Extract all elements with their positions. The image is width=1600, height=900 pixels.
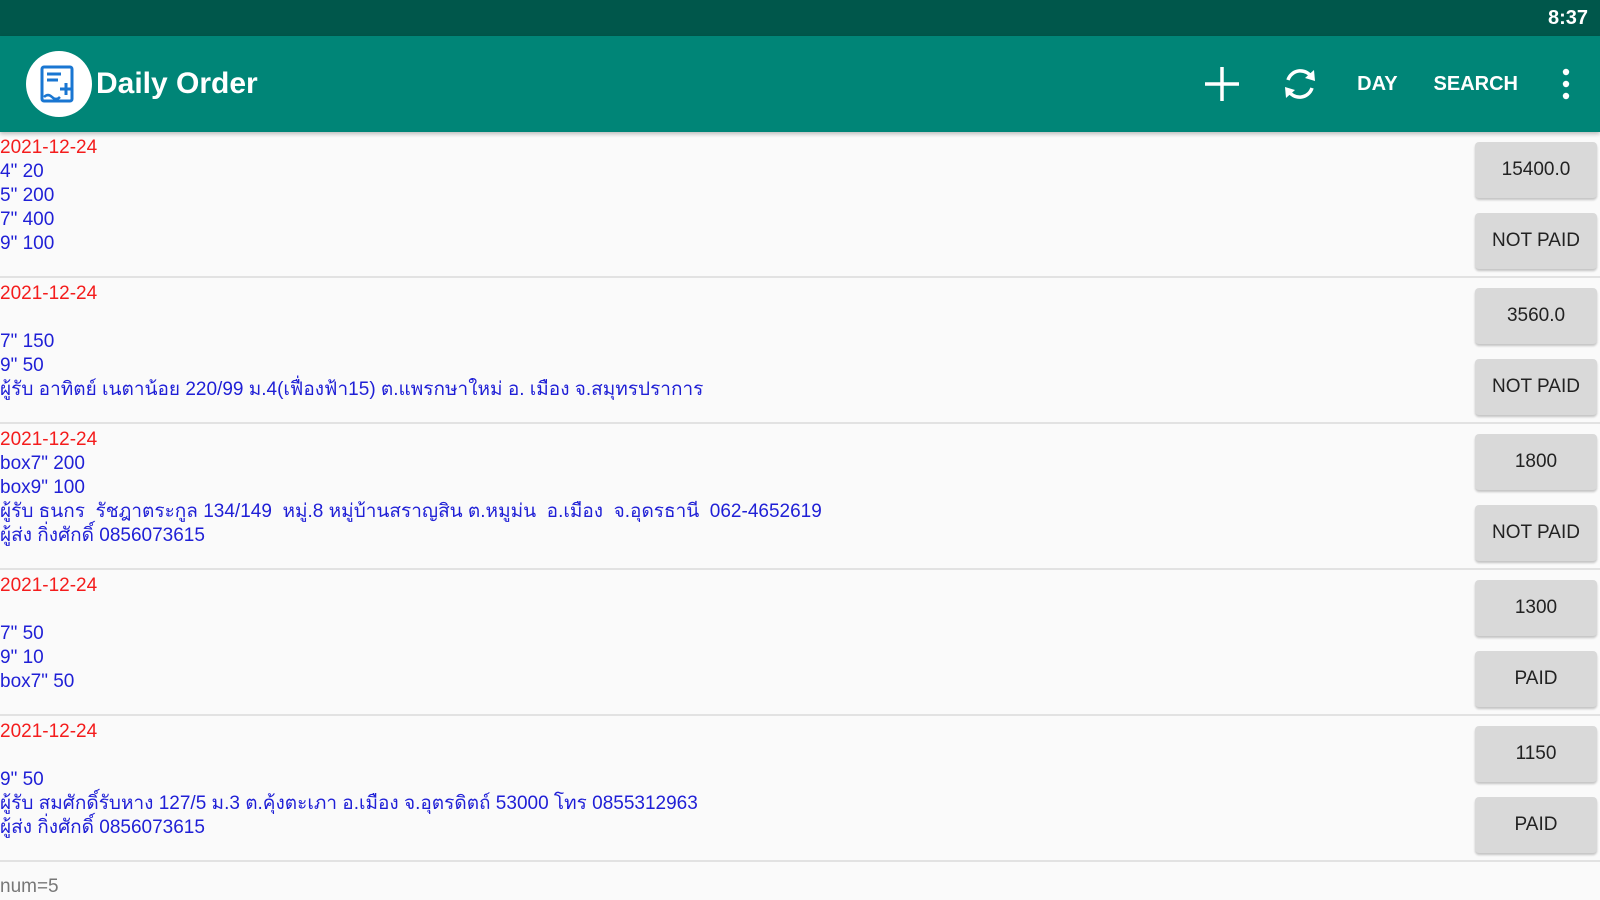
refresh-icon bbox=[1285, 69, 1316, 99]
order-list: 2021-12-24 4" 20 5" 200 7" 400 9" 100 15… bbox=[0, 132, 1600, 862]
plus-icon bbox=[1205, 67, 1240, 101]
more-vert-icon bbox=[1562, 68, 1570, 100]
order-details: 2021-12-24 9" 50 ผู้รับ สมศักดิ์รับหาง 1… bbox=[0, 720, 1460, 840]
order-actions: 1800 NOT PAID bbox=[1475, 434, 1597, 561]
order-actions: 1300 PAID bbox=[1475, 580, 1597, 707]
order-row[interactable]: 2021-12-24 7" 150 9" 50 ผู้รับ อาทิตย์ เ… bbox=[0, 278, 1600, 424]
order-actions: 3560.0 NOT PAID bbox=[1475, 288, 1597, 415]
day-button[interactable]: DAY bbox=[1339, 36, 1415, 132]
order-date: 2021-12-24 bbox=[0, 137, 98, 158]
payment-status-button[interactable]: NOT PAID bbox=[1475, 505, 1597, 561]
order-row[interactable]: 2021-12-24 box7" 200 box9" 100 ผู้รับ ธน… bbox=[0, 424, 1600, 570]
order-date: 2021-12-24 bbox=[0, 575, 98, 596]
order-lines: 7" 150 9" 50 ผู้รับ อาทิตย์ เนตาน้อย 220… bbox=[0, 331, 704, 400]
status-bar: 8:37 bbox=[0, 0, 1600, 36]
payment-status-button[interactable]: PAID bbox=[1475, 651, 1597, 707]
order-lines: 9" 50 ผู้รับ สมศักดิ์รับหาง 127/5 ม.3 ต.… bbox=[0, 769, 698, 838]
add-order-button[interactable] bbox=[1183, 36, 1261, 132]
order-row[interactable]: 2021-12-24 4" 20 5" 200 7" 400 9" 100 15… bbox=[0, 132, 1600, 278]
order-lines: box7" 200 box9" 100 ผู้รับ ธนกร รัชฎาตระ… bbox=[0, 453, 822, 546]
overflow-menu-button[interactable] bbox=[1536, 36, 1596, 132]
refresh-button[interactable] bbox=[1261, 36, 1339, 132]
app-bar: Daily Order DAY SEARCH bbox=[0, 36, 1600, 132]
search-button[interactable]: SEARCH bbox=[1416, 36, 1536, 132]
order-details: 2021-12-24 box7" 200 box9" 100 ผู้รับ ธน… bbox=[0, 428, 1460, 548]
order-amount-button[interactable]: 1300 bbox=[1475, 580, 1597, 636]
app-title: Daily Order bbox=[96, 67, 258, 100]
order-amount-button[interactable]: 3560.0 bbox=[1475, 288, 1597, 344]
order-details: 2021-12-24 7" 150 9" 50 ผู้รับ อาทิตย์ เ… bbox=[0, 282, 1460, 402]
order-count-label: num=5 bbox=[0, 876, 59, 897]
order-row[interactable]: 2021-12-24 7" 50 9" 10 box7" 50 1300 PAI… bbox=[0, 570, 1600, 716]
app-logo-icon bbox=[26, 51, 92, 117]
order-date: 2021-12-24 bbox=[0, 721, 98, 742]
order-actions: 15400.0 NOT PAID bbox=[1475, 142, 1597, 269]
status-time: 8:37 bbox=[1547, 6, 1588, 29]
order-date: 2021-12-24 bbox=[0, 429, 98, 450]
order-actions: 1150 PAID bbox=[1475, 726, 1597, 853]
order-amount-button[interactable]: 1150 bbox=[1475, 726, 1597, 782]
order-amount-button[interactable]: 1800 bbox=[1475, 434, 1597, 490]
order-amount-button[interactable]: 15400.0 bbox=[1475, 142, 1597, 198]
order-lines: 4" 20 5" 200 7" 400 9" 100 bbox=[0, 161, 55, 254]
payment-status-button[interactable]: NOT PAID bbox=[1475, 359, 1597, 415]
payment-status-button[interactable]: PAID bbox=[1475, 797, 1597, 853]
order-row[interactable]: 2021-12-24 9" 50 ผู้รับ สมศักดิ์รับหาง 1… bbox=[0, 716, 1600, 862]
order-details: 2021-12-24 4" 20 5" 200 7" 400 9" 100 bbox=[0, 136, 1460, 256]
payment-status-button[interactable]: NOT PAID bbox=[1475, 213, 1597, 269]
order-date: 2021-12-24 bbox=[0, 283, 98, 304]
order-lines: 7" 50 9" 10 box7" 50 bbox=[0, 623, 75, 692]
order-details: 2021-12-24 7" 50 9" 10 box7" 50 bbox=[0, 574, 1460, 694]
